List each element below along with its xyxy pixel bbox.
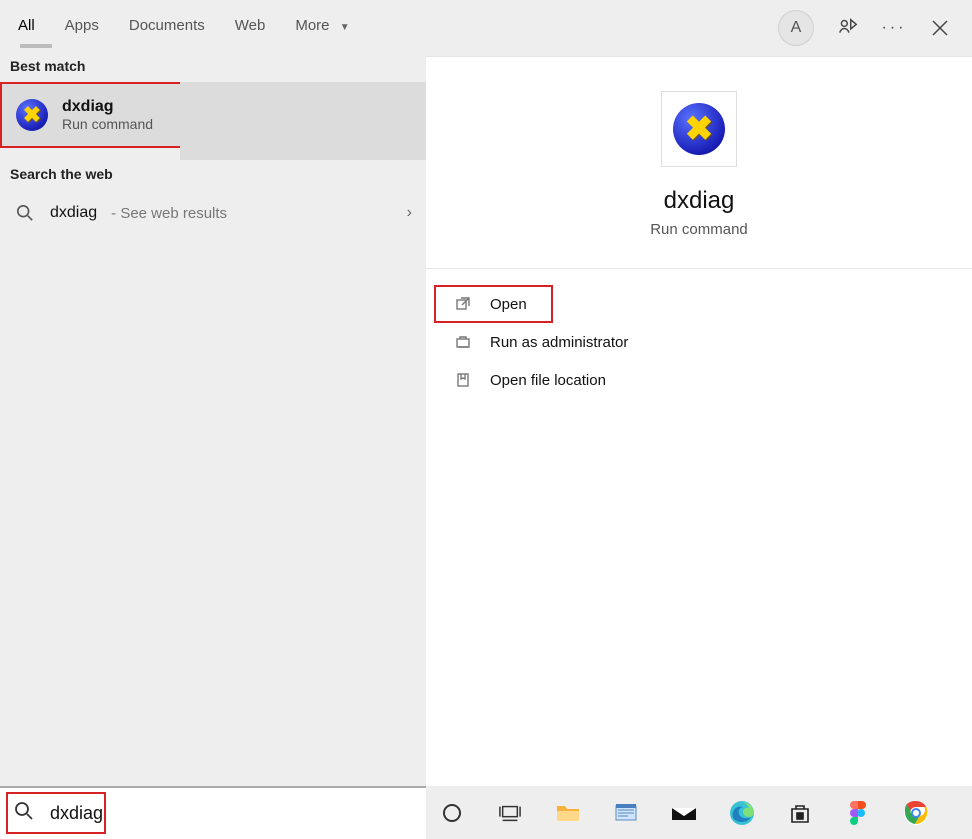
action-open-location-label: Open file location [490,372,606,389]
details-panel: ✖ dxdiag Run command Open Run as adminis… [426,56,972,786]
action-open-file-location[interactable]: Open file location [426,361,972,399]
chevron-right-icon: › [407,204,412,222]
best-match-subtitle: Run command [62,116,153,132]
shield-icon [454,333,472,351]
tab-documents[interactable]: Documents [119,13,215,44]
active-tab-indicator [20,44,52,48]
more-options-icon[interactable]: ··· [882,16,906,40]
details-subtitle: Run command [426,221,972,238]
divider [426,268,972,269]
search-icon [14,204,36,222]
location-icon [454,371,472,389]
mail-icon[interactable] [668,797,700,829]
task-view-icon[interactable] [494,797,526,829]
search-filter-tabs: All Apps Documents Web More ▼ A ··· [0,0,972,56]
details-title: dxdiag [426,187,972,215]
best-match-row-bg [180,82,426,160]
cortana-icon[interactable] [436,797,468,829]
action-list: Open Run as administrator Open file loca… [426,279,972,405]
search-web-header: Search the web [0,164,426,190]
chevron-down-icon: ▼ [340,22,350,33]
chrome-icon[interactable] [900,797,932,829]
best-match-result[interactable]: ✖ dxdiag Run command [0,82,180,148]
topbar-right-controls: A ··· [778,10,964,46]
details-header: ✖ dxdiag Run command [426,57,972,238]
user-avatar[interactable]: A [778,10,814,46]
search-box[interactable] [0,786,426,839]
feedback-icon[interactable] [836,16,860,40]
file-explorer-icon[interactable] [552,797,584,829]
web-result-row[interactable]: dxdiag - See web results › [0,190,426,236]
store-icon[interactable] [784,797,816,829]
action-run-as-admin-label: Run as administrator [490,334,628,351]
figma-icon[interactable] [842,797,874,829]
notepad-icon[interactable] [610,797,642,829]
search-icon [14,801,34,826]
tab-apps[interactable]: Apps [55,13,109,44]
action-run-as-admin[interactable]: Run as administrator [426,323,972,361]
best-match-text: dxdiag Run command [62,98,153,132]
bottom-bar [0,786,972,839]
tab-more-label: More [295,17,329,34]
best-match-header: Best match [0,56,426,82]
close-icon[interactable] [928,16,952,40]
dxdiag-icon: ✖ [16,99,48,131]
web-result-suffix: - See web results [111,205,227,222]
search-input[interactable] [48,802,412,825]
action-open-label: Open [490,296,527,313]
edge-icon[interactable] [726,797,758,829]
taskbar [426,786,972,839]
details-icon-box: ✖ [661,91,737,167]
tab-all[interactable]: All [8,13,45,44]
tab-more[interactable]: More ▼ [285,13,359,44]
best-match-title: dxdiag [62,98,153,116]
search-results-panel: Best match ✖ dxdiag Run command Search t… [0,56,426,786]
open-icon [454,295,472,313]
web-result-term: dxdiag [50,204,97,222]
dxdiag-icon: ✖ [673,103,725,155]
action-open[interactable]: Open [434,285,553,323]
tab-web[interactable]: Web [225,13,276,44]
